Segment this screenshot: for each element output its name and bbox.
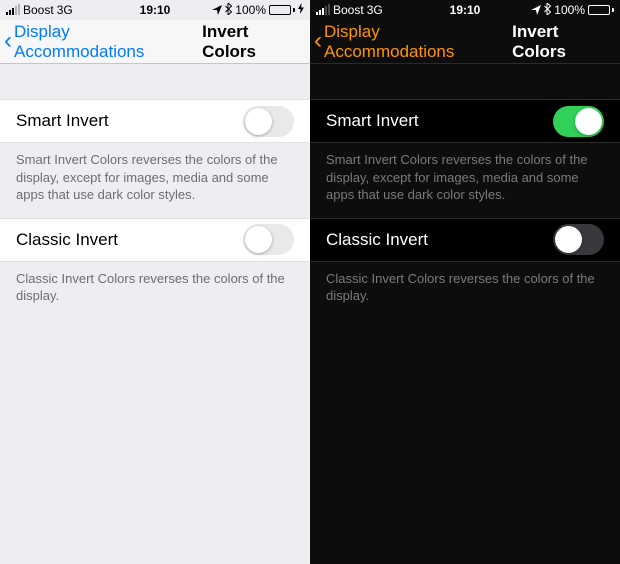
status-bar: Boost 3G 19:10 100% [310, 0, 620, 20]
chevron-left-icon: ‹ [314, 29, 322, 53]
back-button[interactable]: ‹ Display Accommodations [4, 22, 198, 62]
classic-invert-toggle[interactable] [553, 224, 604, 255]
location-icon [212, 5, 222, 15]
row-smart-invert[interactable]: Smart Invert [0, 99, 310, 143]
battery-icon [269, 5, 295, 15]
back-label: Display Accommodations [324, 22, 508, 62]
chevron-left-icon: ‹ [4, 29, 12, 53]
page-title: Invert Colors [202, 22, 304, 62]
battery-icon [588, 5, 614, 15]
smart-invert-toggle[interactable] [553, 106, 604, 137]
back-button[interactable]: ‹ Display Accommodations [314, 22, 508, 62]
network-label: 3G [57, 3, 73, 17]
nav-bar: ‹ Display Accommodations Invert Colors [310, 20, 620, 64]
phone-light: Boost 3G 19:10 100% ‹ Display Accommodat… [0, 0, 310, 564]
status-bar: Boost 3G 19:10 100% [0, 0, 310, 20]
carrier-label: Boost [333, 3, 364, 17]
signal-icon [316, 5, 330, 15]
location-icon [531, 5, 541, 15]
signal-icon [6, 5, 20, 15]
phone-dark: Boost 3G 19:10 100% ‹ Display Accommodat… [310, 0, 620, 564]
page-title: Invert Colors [512, 22, 614, 62]
charging-icon [298, 3, 304, 17]
smart-invert-footer: Smart Invert Colors reverses the colors … [310, 143, 620, 218]
classic-invert-footer: Classic Invert Colors reverses the color… [310, 262, 620, 319]
status-time: 19:10 [450, 3, 481, 17]
nav-bar: ‹ Display Accommodations Invert Colors [0, 20, 310, 64]
bluetooth-icon [544, 3, 551, 18]
classic-invert-label: Classic Invert [326, 230, 553, 250]
classic-invert-toggle[interactable] [243, 224, 294, 255]
back-label: Display Accommodations [14, 22, 198, 62]
smart-invert-footer: Smart Invert Colors reverses the colors … [0, 143, 310, 218]
status-time: 19:10 [140, 3, 171, 17]
battery-pct: 100% [554, 3, 585, 17]
battery-pct: 100% [235, 3, 266, 17]
smart-invert-label: Smart Invert [326, 111, 553, 131]
row-classic-invert[interactable]: Classic Invert [0, 218, 310, 262]
section-spacer [310, 64, 620, 99]
classic-invert-footer: Classic Invert Colors reverses the color… [0, 262, 310, 319]
smart-invert-label: Smart Invert [16, 111, 243, 131]
row-classic-invert[interactable]: Classic Invert [310, 218, 620, 262]
bluetooth-icon [225, 3, 232, 18]
section-spacer [0, 64, 310, 99]
smart-invert-toggle[interactable] [243, 106, 294, 137]
carrier-label: Boost [23, 3, 54, 17]
row-smart-invert[interactable]: Smart Invert [310, 99, 620, 143]
classic-invert-label: Classic Invert [16, 230, 243, 250]
network-label: 3G [367, 3, 383, 17]
